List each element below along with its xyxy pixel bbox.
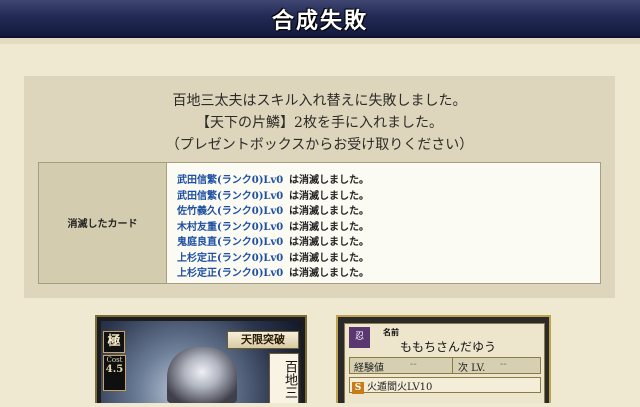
cost-badge: Cost 4.5 <box>103 355 126 391</box>
reward-message: 【天下の片鱗】2枚を手に入れました。 <box>196 115 443 131</box>
exp-label: 経験値 <box>354 363 384 374</box>
list-item: 上杉定正(ランク0)Lv0 は消滅しました。 <box>177 264 369 280</box>
list-item: 上杉定正(ランク0)Lv0 は消滅しました。 <box>177 249 369 265</box>
result-panel: 百地三太夫はスキル入れ替えに失敗しました。 【天下の片鱗】2枚を手に入れました。… <box>24 76 615 298</box>
skill-badge: S <box>352 382 364 394</box>
consumed-card-link[interactable]: 佐竹義久(ランク0)Lv0 <box>177 202 289 217</box>
next-level-label: 次 LV. <box>458 363 486 374</box>
consumed-cards-table: 消滅したカード 武田信繁(ランク0)Lv0 は消滅しました。 武田信繁(ランク0)… <box>38 162 601 284</box>
consumed-status: は消滅しました。 <box>289 237 369 248</box>
consumed-status: は消滅しました。 <box>289 190 369 202</box>
list-item: 佐竹義久(ランク0)Lv0 は消滅しました。 <box>177 202 369 218</box>
consumed-card-link[interactable]: 木村友重(ランク0)Lv0 <box>177 218 289 233</box>
consumed-status: は消滅しました。 <box>289 221 369 233</box>
cost-label: Cost <box>106 356 123 364</box>
card-illustration[interactable]: 極 Cost 4.5 天限突破 百地三 <box>95 315 307 403</box>
consumed-status: は消滅しました。 <box>289 206 369 217</box>
consumed-card-link[interactable]: 上杉定正(ランク0)Lv0 <box>177 264 289 279</box>
name-label: 名前 <box>383 327 399 337</box>
present-box-note: （プレゼントボックスからお受け取りください） <box>165 137 474 153</box>
result-message: 百地三太夫はスキル入れ替えに失敗しました。 <box>172 93 467 109</box>
cost-value: 4.5 <box>105 364 124 375</box>
consumed-card-link[interactable]: 上杉定正(ランク0)Lv0 <box>177 249 289 264</box>
divider <box>452 358 453 373</box>
consumed-status: は消滅しました。 <box>289 175 369 186</box>
consumed-status: は消滅しました。 <box>289 268 369 279</box>
page-header: 合成失敗 <box>0 0 640 38</box>
status-inner: 忍 名前 ももちさんだゆう 経験値 -- 次 LV. -- S 火遁閻火LV10 <box>344 323 545 403</box>
skill-name: 火遁閻火LV10 <box>367 382 433 393</box>
character-name: ももちさんだゆう <box>400 340 497 354</box>
page-title: 合成失敗 <box>271 9 368 34</box>
consumed-cards-heading: 消滅したカード <box>67 219 138 230</box>
consumed-card-link[interactable]: 武田信繁(ランク0)Lv0 <box>177 187 289 202</box>
clan-icon: 忍 <box>349 327 370 348</box>
list-item: 木村友重(ランク0)Lv0 は消滅しました。 <box>177 218 369 234</box>
consumed-status: は消滅しました。 <box>289 252 369 264</box>
consumed-card-link[interactable]: 鬼庭良直(ランク0)Lv0 <box>177 233 289 248</box>
card-name: 百地三 <box>269 353 299 403</box>
exp-bar: 経験値 -- 次 LV. -- <box>349 357 541 374</box>
rarity-badge: 極 <box>103 331 125 353</box>
consumed-cards-list: 武田信繁(ランク0)Lv0 は消滅しました。 武田信繁(ランク0)Lv0 は消滅しま… <box>177 171 369 280</box>
list-item: 鬼庭良直(ランク0)Lv0 は消滅しました。 <box>177 233 369 249</box>
consumed-cards-header: 消滅したカード <box>39 163 167 283</box>
card-status-panel: 忍 名前 ももちさんだゆう 経験値 -- 次 LV. -- S 火遁閻火LV10 <box>336 315 551 403</box>
list-item: 武田信繁(ランク0)Lv0 は消滅しました。 <box>177 171 369 187</box>
next-level-value: -- <box>500 359 507 370</box>
character-portrait <box>167 347 237 403</box>
consumed-card-link[interactable]: 武田信繁(ランク0)Lv0 <box>177 171 289 186</box>
card-skill-label: 天限突破 <box>227 331 299 349</box>
exp-value: -- <box>410 359 417 370</box>
list-item: 武田信繁(ランク0)Lv0 は消滅しました。 <box>177 187 369 203</box>
skill-row: S 火遁閻火LV10 <box>349 377 541 394</box>
